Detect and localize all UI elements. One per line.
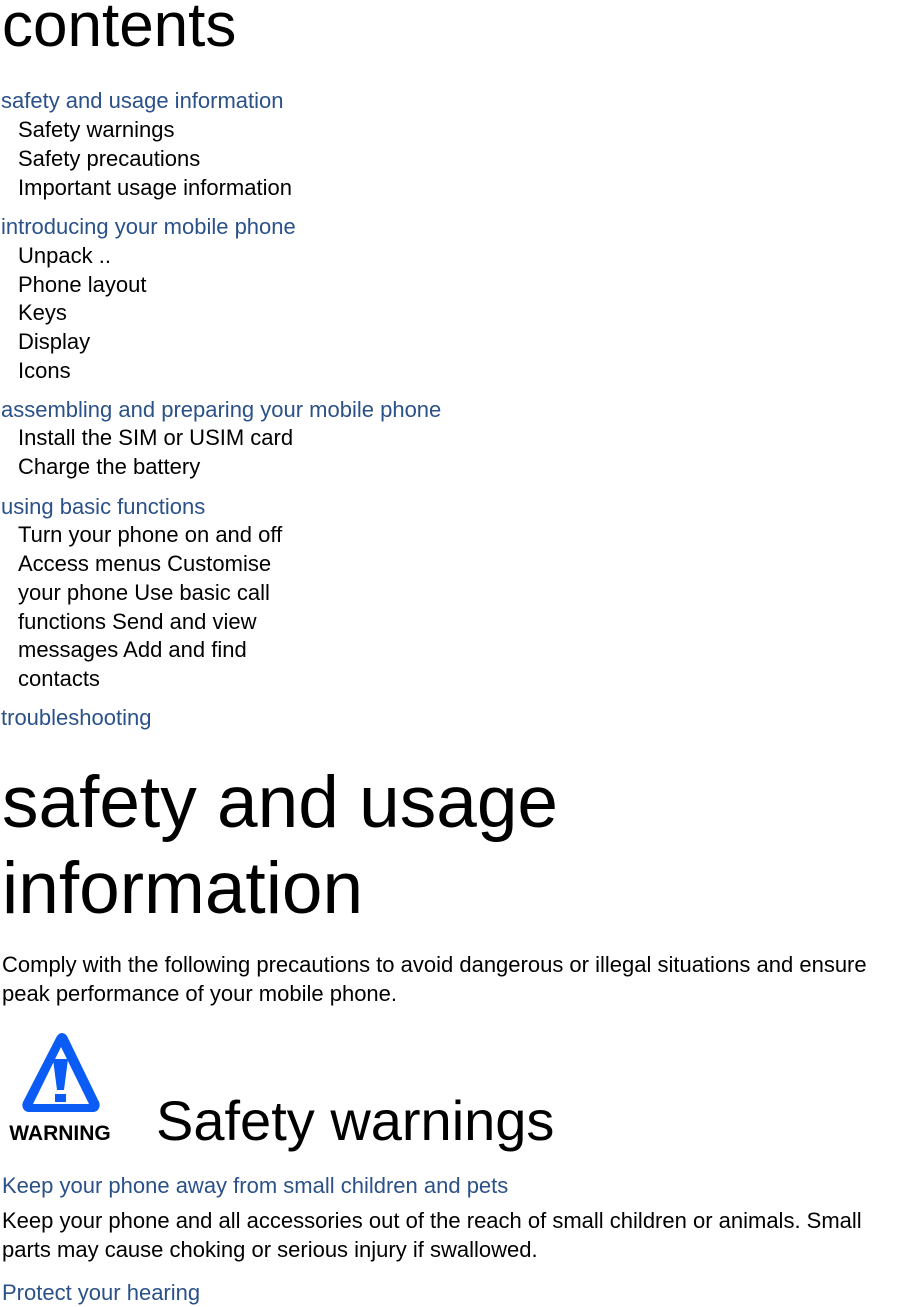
- topic-heading: Protect your hearing: [2, 1280, 201, 1305]
- toc-item[interactable]: Important usage information: [18, 174, 292, 202]
- toc-item[interactable]: Phone layout: [18, 271, 146, 299]
- contents-title: contents: [2, 0, 237, 60]
- toc-item[interactable]: Safety warnings: [18, 116, 175, 144]
- toc-item[interactable]: Unpack ..: [18, 242, 111, 270]
- toc-item[interactable]: Safety precautions: [18, 145, 200, 173]
- chapter-title: safety and usage information: [2, 762, 559, 929]
- toc-item[interactable]: Install the SIM or USIM card: [18, 424, 293, 452]
- toc-section-basic-functions[interactable]: using basic functions: [1, 493, 205, 521]
- toc-item[interactable]: Display: [18, 328, 90, 356]
- chapter-intro: Comply with the following precautions to…: [2, 952, 867, 1006]
- toc-item[interactable]: Icons: [18, 357, 71, 385]
- toc-item[interactable]: Charge the battery: [18, 453, 200, 481]
- toc-item[interactable]: Access menus Customise your phone Use ba…: [18, 550, 318, 694]
- topic-body: Keep your phone and all accessories out …: [2, 1208, 862, 1262]
- section-title-safety-warnings: Safety warnings: [156, 1089, 555, 1152]
- topic-heading: Keep your phone away from small children…: [2, 1173, 509, 1198]
- toc-item[interactable]: Keys: [18, 299, 67, 327]
- warning-triangle-icon: WARNING: [9, 1033, 111, 1145]
- toc-section-assembling[interactable]: assembling and preparing your mobile pho…: [1, 396, 441, 424]
- toc-section-troubleshooting[interactable]: troubleshooting: [1, 704, 151, 732]
- toc-section-introducing[interactable]: introducing your mobile phone: [1, 213, 296, 241]
- warning-label: WARNING: [9, 1122, 111, 1145]
- warning-icon: WARNING: [0, 1030, 122, 1145]
- toc-section-safety[interactable]: safety and usage information: [1, 87, 284, 115]
- toc-item[interactable]: Turn your phone on and off: [18, 521, 282, 549]
